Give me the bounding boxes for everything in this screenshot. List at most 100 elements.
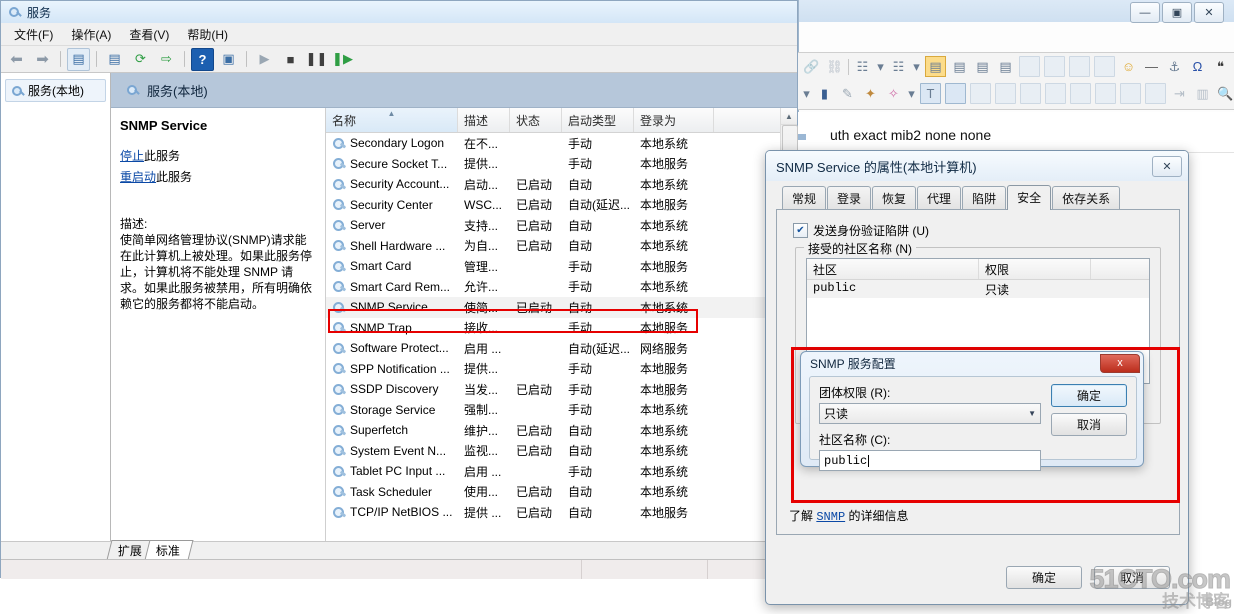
table-row[interactable]: Shell Hardware ... 为自... 已启动 自动 本地系统 (326, 236, 797, 257)
eraser-icon[interactable]: ✎ (838, 84, 857, 103)
minimize-button[interactable]: — (1130, 2, 1160, 23)
column-header-3[interactable]: 启动类型 (562, 108, 634, 132)
table-row[interactable]: Tablet PC Input ... 启用 ... 手动 本地系统 (326, 461, 797, 482)
table-row[interactable]: Smart Card 管理... 手动 本地服务 (326, 256, 797, 277)
refresh-icon[interactable]: ⟳ (129, 48, 152, 71)
close-icon[interactable]: ✕ (1152, 155, 1182, 177)
console-tree[interactable]: 服务(本地) (1, 73, 111, 541)
outdent-icon[interactable] (1069, 56, 1090, 77)
emoticon-icon[interactable]: ☺ (1119, 57, 1138, 76)
table-row[interactable]: Security Center WSC... 已启动 自动(延迟... 本地服务 (326, 195, 797, 216)
find-replace-icon[interactable]: 🔍 (1216, 84, 1234, 103)
show-console-tree-icon[interactable]: ▣ (217, 48, 240, 71)
indent-decrease-icon[interactable] (1019, 56, 1040, 77)
menu-help[interactable]: 帮助(H) (178, 24, 237, 45)
indent-increase-icon[interactable] (1044, 56, 1065, 77)
media-icon[interactable]: ▮ (815, 84, 834, 103)
align-right-icon[interactable]: ▤ (973, 57, 992, 76)
table-row[interactable]: Storage Service 强制... 手动 本地系统 (326, 400, 797, 421)
pause-service-icon[interactable]: ❚❚ (305, 48, 328, 71)
horizontal-rule-icon[interactable]: — (1142, 57, 1161, 76)
send-auth-trap-row[interactable]: ✔ 发送身份验证陷阱 (U) (793, 222, 1167, 239)
view-tab-standard[interactable]: 标准 (144, 540, 194, 560)
dropdown-icon[interactable]: ▾ (802, 84, 811, 103)
table-row[interactable]: Secondary Logon 在不... 手动 本地系统 (326, 133, 797, 154)
stop-service-icon[interactable]: ■ (279, 48, 302, 71)
config-cancel-button[interactable]: 取消 (1051, 413, 1127, 436)
magic-wand-icon[interactable]: ✧ (884, 84, 903, 103)
numbered-list-icon[interactable]: ☷ (889, 57, 908, 76)
editor-document-area[interactable]: uth exact mib2 none none (798, 112, 1234, 152)
justify-icon[interactable]: ▤ (996, 57, 1015, 76)
align-center-icon[interactable]: ▤ (950, 57, 969, 76)
table-row[interactable]: Smart Card Rem... 允许... 手动 本地系统 (326, 277, 797, 298)
services-list[interactable]: 名称 ▲ 描述 状态 启动类型 登录为 Secondary Logon 在不... 手动 本地系… (326, 108, 798, 541)
anchor-icon[interactable]: ⚓ (1165, 57, 1184, 76)
table-row[interactable]: public 只读 (807, 280, 1149, 298)
tab-4[interactable]: 陷阱 (962, 186, 1007, 209)
tree-node-services-local[interactable]: 服务(本地) (5, 79, 106, 102)
config-buttons[interactable]: 确定 取消 (1041, 384, 1127, 452)
cancel-button[interactable]: 取消 (1094, 566, 1170, 589)
tab-0[interactable]: 常规 (782, 186, 827, 209)
column-header-0[interactable]: 名称 ▲ (326, 108, 458, 132)
maximize-button[interactable]: ▣ (1162, 2, 1192, 23)
services-list-rows[interactable]: Secondary Logon 在不... 手动 本地系统 Secure Socket … (326, 133, 797, 523)
community-name-input[interactable]: public (819, 450, 1041, 471)
align-left-icon[interactable]: ▤ (925, 56, 946, 77)
stop-service-link[interactable]: 停止 (120, 149, 144, 163)
back-icon[interactable]: ⬅ (5, 48, 28, 71)
table-row[interactable]: Secure Socket T... 提供... 手动 本地服务 (326, 154, 797, 175)
bullet-list-dropdown-icon[interactable]: ▾ (876, 57, 885, 76)
table-row[interactable]: Task Scheduler 使用... 已启动 自动 本地系统 (326, 482, 797, 503)
community-rights-select[interactable]: 只读 ▼ (819, 403, 1041, 424)
insert-table-icon[interactable] (945, 83, 966, 104)
properties-tabstrip[interactable]: 常规 登录 恢复 代理 陷阱 安全 依存关系 (776, 185, 1180, 210)
bullet-list-icon[interactable]: ☷ (853, 57, 872, 76)
row-properties-icon[interactable] (1045, 83, 1066, 104)
tab-5[interactable]: 安全 (1007, 185, 1052, 210)
restart-service-icon[interactable]: ❚▶ (331, 48, 354, 71)
table-row[interactable]: SPP Notification ... 提供... 手动 本地服务 (326, 359, 797, 380)
export-list-icon[interactable]: ⇨ (155, 48, 178, 71)
link-icon[interactable]: 🔗 (802, 57, 821, 76)
insert-row-before-icon[interactable] (1020, 83, 1041, 104)
table-row[interactable]: System Event N... 监视... 已启动 自动 本地系统 (326, 441, 797, 462)
help-icon[interactable]: ? (191, 47, 214, 71)
split-cell-icon[interactable] (1145, 83, 1166, 104)
ok-button[interactable]: 确定 (1006, 566, 1082, 589)
table-row[interactable]: Server 支持... 已启动 自动 本地系统 (326, 215, 797, 236)
brush-icon[interactable]: ✦ (861, 84, 880, 103)
menu-view[interactable]: 查看(V) (120, 24, 178, 45)
start-service-icon[interactable]: ▶ (253, 48, 276, 71)
cell-properties-icon[interactable]: ▥ (1193, 84, 1212, 103)
editor-toolbar-row-1[interactable]: 🔗 ⛓ ☷ ▾ ☷ ▾ ▤ ▤ ▤ ▤ ☺ — ⚓ Ω ❝ (798, 53, 1234, 80)
table-row[interactable]: SNMP Service 使简... 已启动 自动 本地系统 (326, 297, 797, 318)
insert-row-after-icon[interactable] (995, 83, 1016, 104)
send-auth-trap-checkbox[interactable]: ✔ (793, 223, 808, 238)
quote-icon[interactable]: ❝ (1211, 57, 1230, 76)
menu-file[interactable]: 文件(F) (5, 24, 62, 45)
window-controls[interactable]: — ▣ ✕ (1130, 2, 1224, 23)
paste-text-icon[interactable]: T (920, 83, 941, 104)
rich-text-editor-toolbar[interactable]: 🔗 ⛓ ☷ ▾ ☷ ▾ ▤ ▤ ▤ ▤ ☺ — ⚓ Ω ❝ ▾ ▮ ✎ ✦ ✧ … (798, 52, 1234, 110)
services-menubar[interactable]: 文件(F) 操作(A) 查看(V) 帮助(H) (1, 23, 797, 46)
insert-column-icon[interactable] (1070, 83, 1091, 104)
tab-2[interactable]: 恢复 (872, 186, 917, 209)
table-row[interactable]: Security Account... 启动... 已启动 自动 本地系统 (326, 174, 797, 195)
table-row[interactable]: Software Protect... 启用 ... 自动(延迟... 网络服务 (326, 338, 797, 359)
special-character-icon[interactable]: Ω (1188, 57, 1207, 76)
properties-footer-buttons[interactable]: 确定 取消 (1006, 566, 1170, 589)
tab-3[interactable]: 代理 (917, 186, 962, 209)
properties-icon[interactable]: ▤ (103, 48, 126, 71)
table-row[interactable]: TCP/IP NetBIOS ... 提供 ... 已启动 自动 本地服务 (326, 502, 797, 523)
column-header-4[interactable]: 登录为 (634, 108, 714, 132)
services-list-header[interactable]: 名称 ▲ 描述 状态 启动类型 登录为 (326, 108, 797, 133)
menu-action[interactable]: 操作(A) (62, 24, 120, 45)
close-button[interactable]: ✕ (1194, 2, 1224, 23)
column-header-2[interactable]: 状态 (510, 108, 562, 132)
snmp-help-link[interactable]: SNMP (816, 510, 845, 524)
blockquote-indent-icon[interactable] (1094, 56, 1115, 77)
delete-table-icon[interactable] (970, 83, 991, 104)
table-row[interactable]: SSDP Discovery 当发... 已启动 手动 本地服务 (326, 379, 797, 400)
